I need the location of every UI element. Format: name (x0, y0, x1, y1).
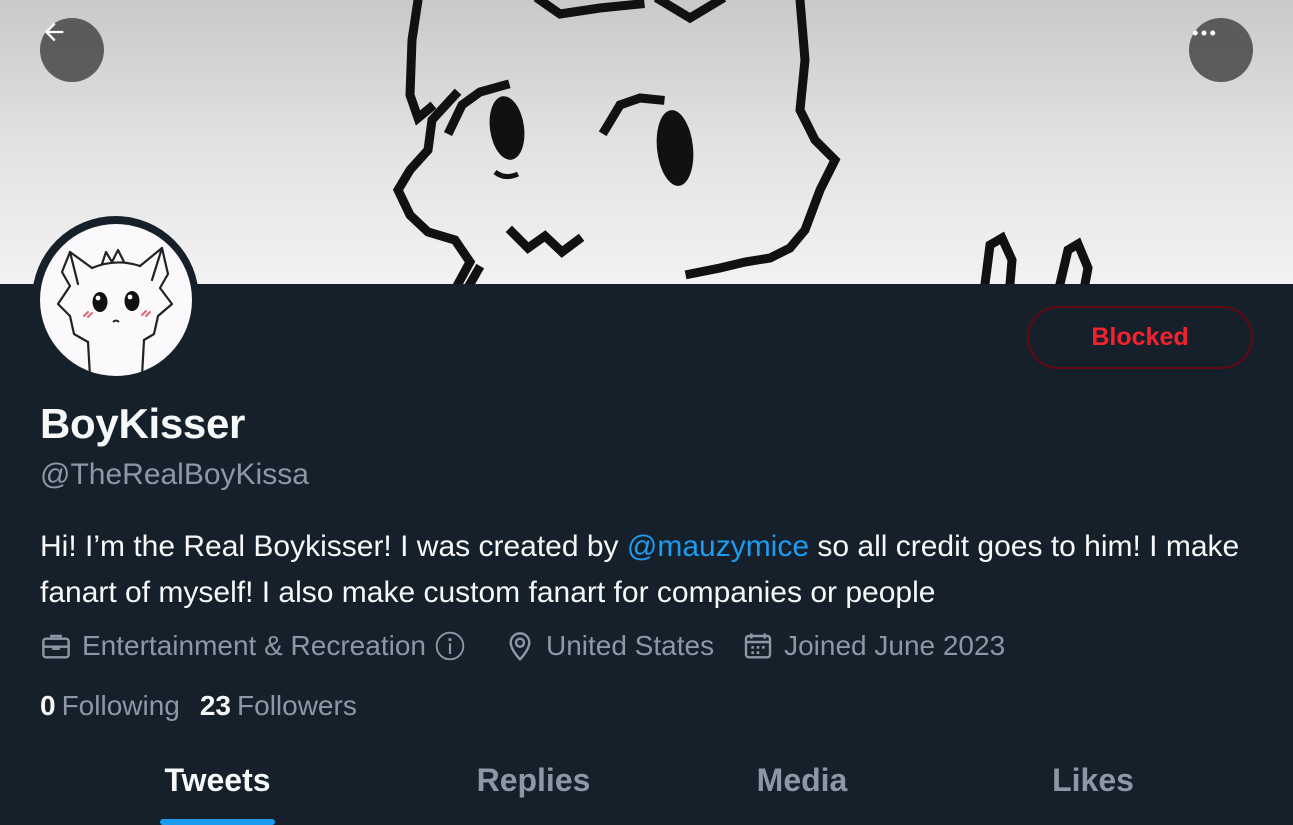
blocked-button[interactable]: Blocked (1027, 306, 1253, 369)
bio-mention-link[interactable]: @mauzymice (627, 530, 809, 563)
calendar-icon (744, 633, 772, 659)
tab-tweets[interactable]: Tweets (160, 745, 275, 825)
more-horizontal-icon (1192, 30, 1216, 36)
tab-likes-label: Likes (1052, 762, 1134, 798)
category-text: Entertainment & Recreation (82, 630, 426, 661)
followers-count: 23 (199, 690, 232, 721)
joined-item: Joined June 2023 (742, 630, 1005, 662)
avatar-image (39, 223, 192, 376)
avatar[interactable] (32, 216, 199, 383)
following-label: Following (61, 690, 180, 721)
username-handle: @TheRealBoyKissa (40, 458, 309, 491)
location-item: United States (504, 630, 714, 662)
bio-text-start: Hi! I’m the Real Boykisser! I was create… (40, 530, 627, 563)
tab-media-label: Media (756, 762, 848, 798)
followers-label: Followers (237, 690, 357, 721)
tab-media[interactable]: Media (740, 745, 864, 825)
following-link[interactable]: 0 Following (40, 690, 180, 722)
profile-banner[interactable] (0, 0, 1293, 284)
category-item: Entertainment & Recreation (40, 630, 476, 662)
joined-text: Joined June 2023 (784, 630, 1006, 661)
tab-likes[interactable]: Likes (1040, 745, 1146, 825)
tab-replies[interactable]: Replies (460, 745, 607, 825)
arrow-left-icon (44, 22, 64, 42)
active-tab-indicator (160, 819, 275, 825)
location-pin-icon (509, 632, 531, 662)
location-text: United States (545, 630, 715, 661)
profile-page: Blocked BoyKisser @TheRealBoyKissa Hi! I… (0, 0, 1293, 825)
followers-link[interactable]: 23 Followers (200, 690, 357, 722)
briefcase-icon (42, 634, 70, 659)
back-button[interactable] (40, 18, 104, 82)
tab-replies-label: Replies (476, 762, 591, 798)
profile-tabs: Tweets Replies Media Likes (0, 745, 1293, 825)
profile-meta: Entertainment & Recreation United States (40, 626, 1033, 666)
cat-character-icon (56, 246, 173, 376)
following-count: 0 (40, 690, 56, 721)
info-icon[interactable] (434, 630, 466, 662)
display-name: BoyKisser (40, 400, 246, 447)
tab-tweets-label: Tweets (164, 762, 271, 798)
banner-drawing (392, 0, 1093, 284)
profile-bio: Hi! I’m the Real Boykisser! I was create… (40, 524, 1270, 616)
more-options-button[interactable] (1189, 18, 1253, 82)
follow-stats: 0 Following 23 Followers (40, 686, 377, 726)
